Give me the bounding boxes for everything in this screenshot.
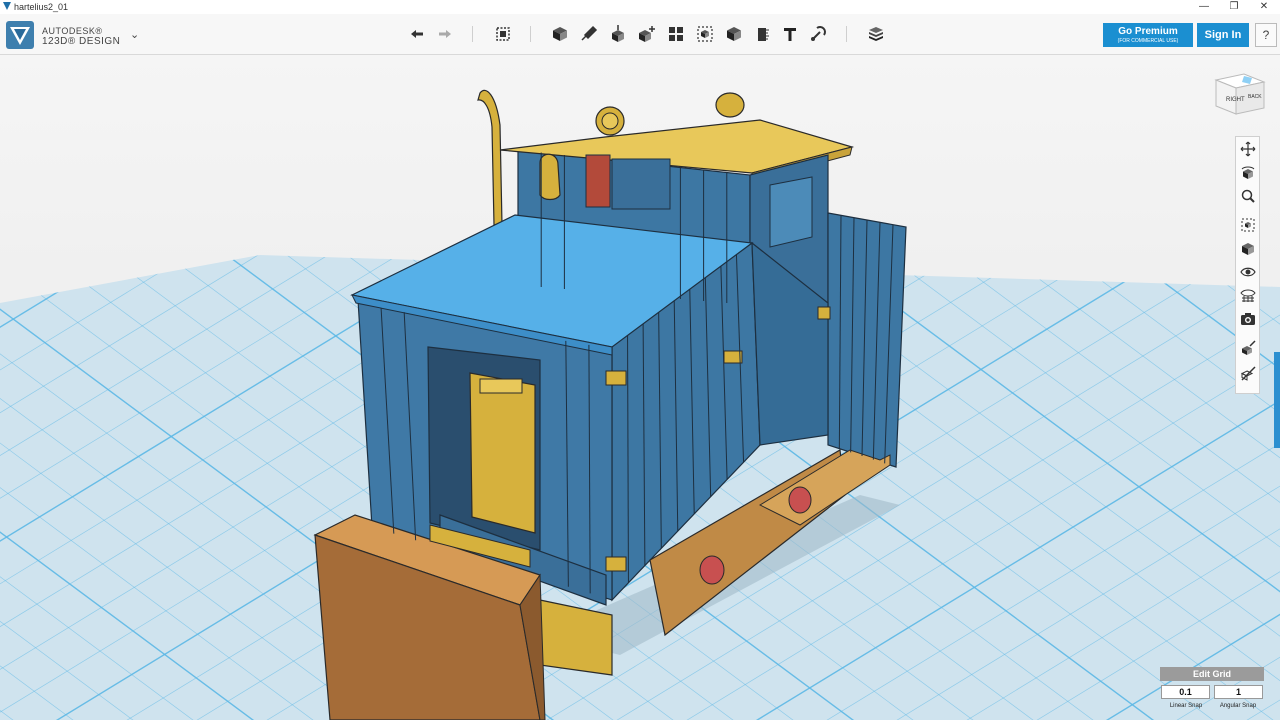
visibility-icon[interactable] <box>1240 264 1256 280</box>
orbit-icon[interactable] <box>1240 165 1256 181</box>
undo-icon[interactable] <box>407 24 427 44</box>
minimize-button[interactable]: — <box>1189 0 1219 14</box>
app-icon <box>3 2 11 10</box>
materials-view-icon[interactable] <box>1240 287 1256 303</box>
pattern-icon[interactable] <box>666 24 686 44</box>
modify-icon[interactable] <box>637 24 657 44</box>
go-premium-button[interactable]: Go Premium (FOR COMMERCIAL USE) <box>1103 23 1193 47</box>
3d-viewport[interactable] <box>0 55 1280 720</box>
help-button[interactable]: ? <box>1255 23 1277 47</box>
linear-snap-label: Linear Snap <box>1169 703 1203 709</box>
pan-icon[interactable] <box>1240 141 1256 157</box>
brand-autodesk: AUTODESK® <box>42 26 103 36</box>
fit-icon[interactable] <box>1240 217 1256 233</box>
sign-in-button[interactable]: Sign In <box>1197 23 1249 47</box>
maximize-button[interactable]: ❐ <box>1219 0 1249 14</box>
screenshot-icon[interactable] <box>1240 311 1256 327</box>
viewcube-back-face[interactable]: BACK <box>1248 94 1262 100</box>
angular-snap-field[interactable]: 1 <box>1214 685 1263 699</box>
brand-product: 123D® DESIGN <box>42 36 121 47</box>
angular-snap-label: Angular Snap <box>1219 703 1257 709</box>
main-toolbar: AUTODESK® 123D® DESIGN ⌄ Go Premium (FOR… <box>0 14 1280 55</box>
redo-icon[interactable] <box>435 24 455 44</box>
linear-snap-field[interactable]: 0.1 <box>1161 685 1210 699</box>
sketch-icon[interactable] <box>579 24 599 44</box>
window-titlebar: hartelius2_01 — ❐ ✕ <box>0 0 1280 14</box>
views-icon[interactable] <box>1240 241 1256 257</box>
view-cube[interactable]: RIGHT BACK <box>1210 68 1270 120</box>
toolbar-separator <box>846 26 847 42</box>
hide-icon[interactable] <box>1240 365 1256 381</box>
measure-icon[interactable] <box>752 24 772 44</box>
side-panel-handle[interactable] <box>1274 352 1280 448</box>
close-button[interactable]: ✕ <box>1249 0 1279 14</box>
grouping-icon[interactable] <box>695 24 715 44</box>
app-logo-icon[interactable] <box>6 21 34 49</box>
transform-icon[interactable] <box>493 24 513 44</box>
edit-grid-button[interactable]: Edit Grid <box>1160 667 1264 681</box>
primitives-icon[interactable] <box>550 24 570 44</box>
zoom-icon[interactable] <box>1240 188 1256 204</box>
navigation-bar <box>1235 136 1260 394</box>
snap-icon[interactable] <box>808 24 828 44</box>
go-premium-sublabel: (FOR COMMERCIAL USE) <box>1117 38 1179 44</box>
go-premium-label: Go Premium <box>1118 26 1178 37</box>
window-title: hartelius2_01 <box>14 2 69 12</box>
text-icon[interactable] <box>780 24 800 44</box>
material-icon[interactable] <box>866 24 886 44</box>
toolbar-separator <box>530 26 531 42</box>
outline-icon[interactable] <box>1240 340 1256 356</box>
grid-snap-panel: Edit Grid 0.1 1 Linear Snap Angular Snap <box>1160 667 1266 717</box>
construct-icon[interactable] <box>608 24 628 44</box>
viewcube-right-face[interactable]: RIGHT <box>1226 97 1245 103</box>
chevron-down-icon[interactable]: ⌄ <box>130 28 139 41</box>
toolbar-separator <box>472 26 473 42</box>
combine-icon[interactable] <box>724 24 744 44</box>
